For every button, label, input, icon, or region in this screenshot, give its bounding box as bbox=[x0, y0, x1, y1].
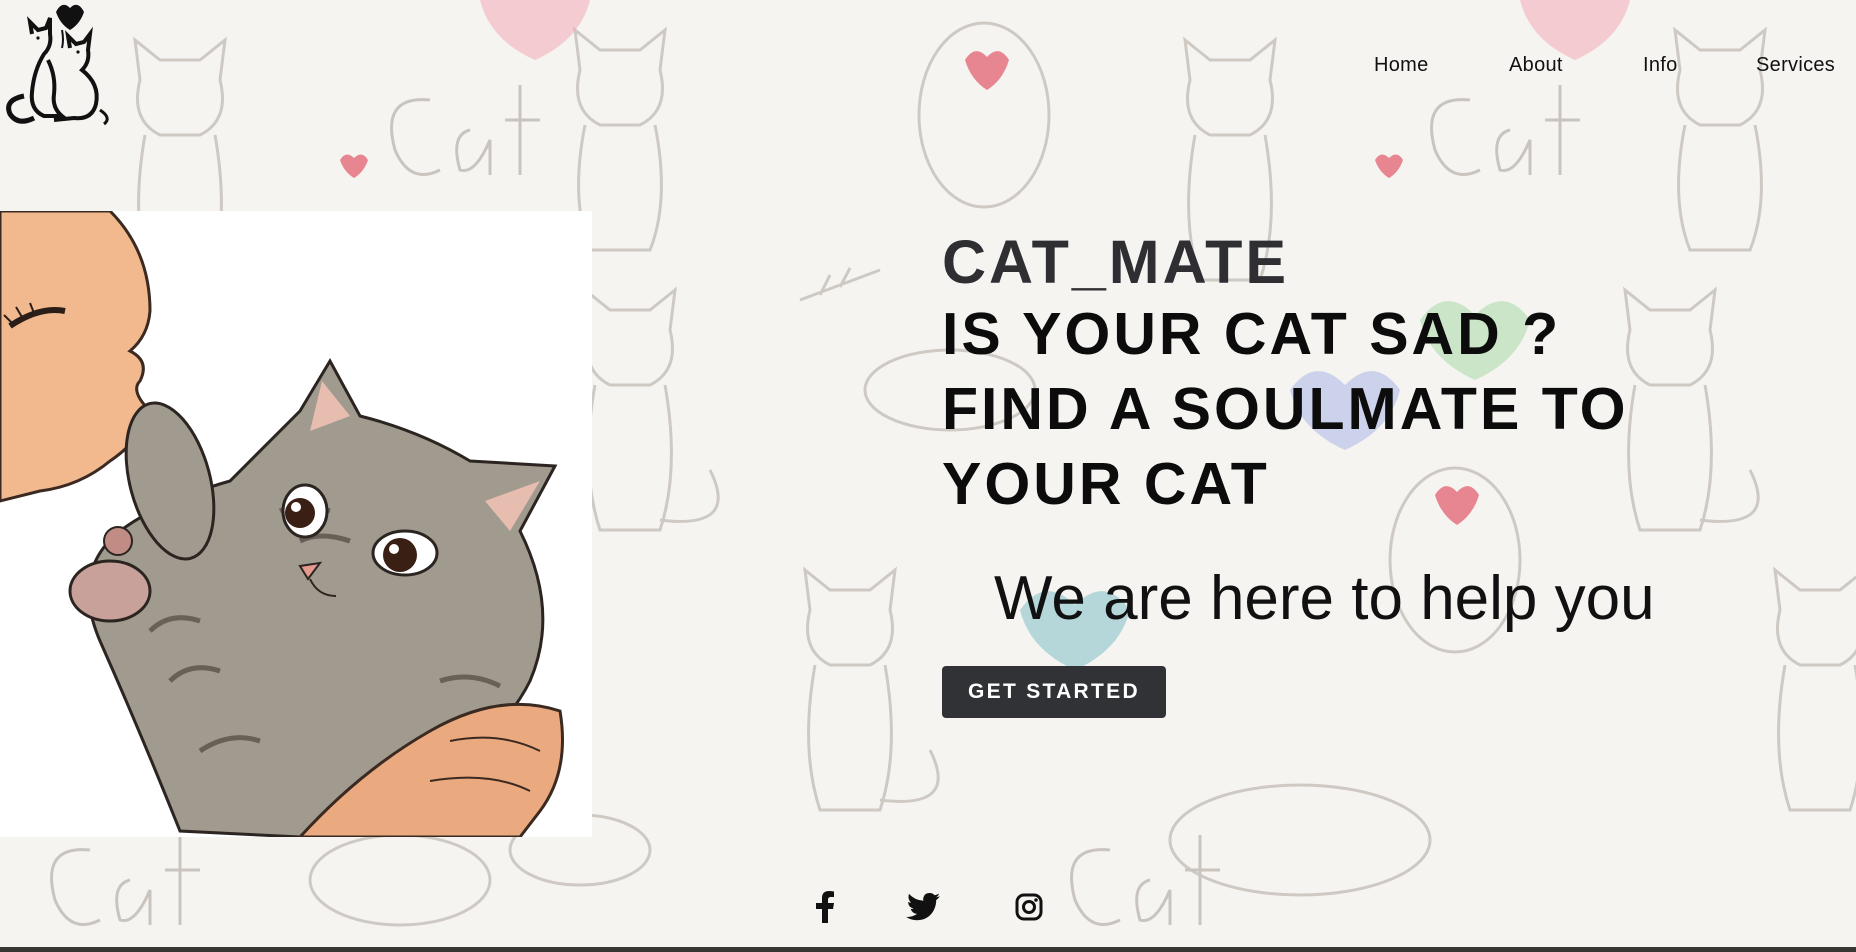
hero-content: CAT_MATE IS YOUR CAT SAD ? FIND A SOULMA… bbox=[942, 227, 1702, 718]
nav-services[interactable]: Services bbox=[1756, 54, 1835, 77]
cat-mate-logo[interactable] bbox=[4, 0, 112, 126]
facebook-icon[interactable] bbox=[808, 890, 842, 924]
brand-title: CAT_MATE bbox=[942, 228, 1290, 296]
hero-tagline: IS YOUR CAT SAD ? FIND A SOULMATE TO YOU… bbox=[942, 301, 1629, 517]
twitter-icon[interactable] bbox=[906, 890, 940, 924]
instagram-icon[interactable] bbox=[1012, 890, 1046, 924]
hero-illustration bbox=[0, 211, 592, 837]
nav-home[interactable]: Home bbox=[1374, 54, 1429, 77]
get-started-button[interactable]: GET STARTED bbox=[942, 666, 1166, 718]
hero-subtitle: We are here to help you bbox=[994, 564, 1655, 633]
social-links bbox=[0, 890, 1856, 930]
nav-about[interactable]: About bbox=[1509, 54, 1563, 77]
nav-info[interactable]: Info bbox=[1643, 54, 1678, 77]
footer-divider bbox=[0, 947, 1856, 952]
